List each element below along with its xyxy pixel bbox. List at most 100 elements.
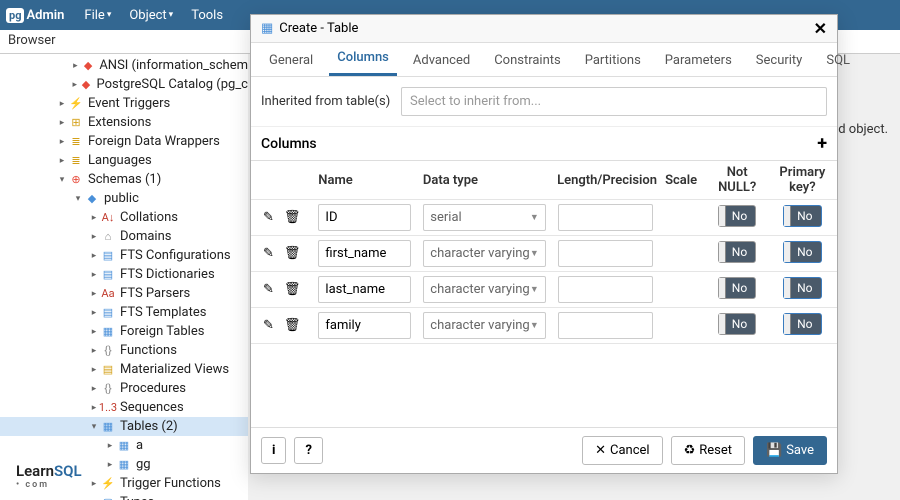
reset-button[interactable]: ♻Reset — [671, 436, 745, 465]
delete-icon[interactable]: 🗑 — [284, 246, 301, 261]
tab-general[interactable]: General — [261, 45, 321, 76]
tab-constraints[interactable]: Constraints — [486, 45, 569, 76]
delete-icon[interactable]: 🗑 — [284, 210, 301, 225]
primarykey-toggle[interactable]: No — [783, 205, 821, 227]
tree-node[interactable]: ▸⌂Domains — [0, 227, 248, 246]
notnull-toggle[interactable]: No — [718, 205, 756, 227]
menu-object[interactable]: Object▾ — [129, 8, 173, 23]
tab-parameters[interactable]: Parameters — [657, 45, 740, 76]
tree-node[interactable]: ▸▤Materialized Views — [0, 360, 248, 379]
edit-icon[interactable]: ✎ — [263, 210, 274, 225]
tree-node[interactable]: ▾▦Tables (2) — [0, 417, 248, 436]
primarykey-toggle[interactable]: No — [783, 313, 821, 335]
tree-node[interactable]: ▸AaFTS Parsers — [0, 284, 248, 303]
tab-partitions[interactable]: Partitions — [577, 45, 649, 76]
add-column-button[interactable]: + — [817, 133, 827, 154]
column-name-input[interactable] — [318, 204, 411, 231]
tab-advanced[interactable]: Advanced — [405, 45, 478, 76]
tree-node[interactable]: ▸▢Types — [0, 493, 248, 500]
caret-icon[interactable]: ▸ — [88, 327, 100, 337]
length-input[interactable] — [558, 240, 653, 267]
tree-node[interactable]: ▸A↓Collations — [0, 208, 248, 227]
tree-node[interactable]: ▸▦a — [0, 436, 248, 455]
caret-icon[interactable]: ▸ — [88, 308, 100, 318]
datatype-select[interactable]: character varying▼ — [423, 276, 546, 303]
col-header-length: Length/Precision — [551, 169, 659, 192]
tab-columns[interactable]: Columns — [329, 42, 397, 76]
tree-node[interactable]: ▸{}Procedures — [0, 379, 248, 398]
caret-icon[interactable]: ▾ — [72, 194, 84, 204]
notnull-toggle[interactable]: No — [718, 241, 756, 263]
col-header-type: Data type — [417, 169, 551, 192]
edit-icon[interactable]: ✎ — [263, 282, 274, 297]
menu-file[interactable]: File▾ — [84, 8, 111, 23]
edit-icon[interactable]: ✎ — [263, 246, 274, 261]
caret-icon[interactable]: ▸ — [88, 213, 100, 223]
datatype-select[interactable]: character varying▼ — [423, 240, 546, 267]
datatype-select[interactable]: character varying▼ — [423, 312, 546, 339]
inherit-label: Inherited from table(s) — [261, 94, 401, 109]
tree-node[interactable]: ▸▦Foreign Tables — [0, 322, 248, 341]
tree-node[interactable]: ▸▤FTS Configurations — [0, 246, 248, 265]
caret-icon[interactable]: ▾ — [56, 175, 68, 185]
chevron-down-icon: ▼ — [530, 284, 539, 295]
close-icon[interactable]: ✕ — [814, 19, 827, 38]
caret-icon[interactable]: ▸ — [88, 232, 100, 242]
caret-icon[interactable]: ▸ — [88, 251, 100, 261]
menu-tools[interactable]: Tools — [191, 8, 223, 23]
column-name-input[interactable] — [318, 240, 411, 267]
cancel-button[interactable]: ✕Cancel — [582, 436, 662, 465]
logo-icon: pg — [6, 8, 24, 23]
caret-icon[interactable]: ▸ — [88, 365, 100, 375]
caret-icon[interactable]: ▸ — [56, 156, 68, 166]
primarykey-toggle[interactable]: No — [783, 241, 821, 263]
caret-icon[interactable]: ▸ — [88, 270, 100, 280]
save-button[interactable]: 💾Save — [753, 436, 827, 465]
caret-icon[interactable]: ▸ — [70, 80, 80, 90]
tree-node[interactable]: ▸≣Languages — [0, 151, 248, 170]
tree-node[interactable]: ▸{}Functions — [0, 341, 248, 360]
tree-node[interactable]: ▸◆PostgreSQL Catalog (pg_c — [0, 75, 248, 94]
tree-node[interactable]: ▸▤FTS Templates — [0, 303, 248, 322]
tree-node[interactable]: ▸≣Foreign Data Wrappers — [0, 132, 248, 151]
column-name-input[interactable] — [318, 312, 411, 339]
caret-icon[interactable]: ▾ — [88, 422, 100, 432]
datatype-select[interactable]: serial▼ — [423, 204, 546, 231]
length-input[interactable] — [558, 204, 653, 231]
length-input[interactable] — [558, 312, 653, 339]
caret-icon[interactable]: ▸ — [104, 460, 116, 470]
tree-node[interactable]: ▾⊕Schemas (1) — [0, 170, 248, 189]
notnull-toggle[interactable]: No — [718, 277, 756, 299]
object-tree[interactable]: ▸◆ANSI (information_schem▸◆PostgreSQL Ca… — [0, 54, 248, 500]
delete-icon[interactable]: 🗑 — [284, 282, 301, 297]
tree-node[interactable]: ▸⚡Event Triggers — [0, 94, 248, 113]
tree-icon: ⊞ — [68, 116, 84, 130]
notnull-toggle[interactable]: No — [718, 313, 756, 335]
tree-node[interactable]: ▸1..3Sequences — [0, 398, 248, 417]
tree-node[interactable]: ▾◆public — [0, 189, 248, 208]
columns-grid: Name Data type Length/Precision Scale No… — [251, 161, 837, 344]
help-button[interactable]: ? — [294, 437, 322, 464]
caret-icon[interactable]: ▸ — [104, 441, 116, 451]
column-name-input[interactable] — [318, 276, 411, 303]
caret-icon[interactable]: ▸ — [88, 479, 100, 489]
delete-icon[interactable]: 🗑 — [284, 318, 301, 333]
tab-sql[interactable]: SQL — [818, 45, 858, 76]
caret-icon[interactable]: ▸ — [56, 137, 68, 147]
caret-icon[interactable]: ▸ — [70, 61, 81, 71]
primarykey-toggle[interactable]: No — [783, 277, 821, 299]
dialog-titlebar[interactable]: ▦ Create - Table ✕ — [251, 15, 837, 43]
caret-icon[interactable]: ▸ — [88, 384, 100, 394]
tree-node[interactable]: ▸⊞Extensions — [0, 113, 248, 132]
info-button[interactable]: i — [261, 437, 286, 464]
edit-icon[interactable]: ✎ — [263, 318, 274, 333]
caret-icon[interactable]: ▸ — [88, 346, 100, 356]
caret-icon[interactable]: ▸ — [88, 289, 100, 299]
caret-icon[interactable]: ▸ — [56, 118, 68, 128]
tree-node[interactable]: ▸◆ANSI (information_schem — [0, 56, 248, 75]
tree-node[interactable]: ▸▤FTS Dictionaries — [0, 265, 248, 284]
length-input[interactable] — [558, 276, 653, 303]
tab-security[interactable]: Security — [748, 45, 811, 76]
inherit-select[interactable]: Select to inherit from... — [401, 87, 827, 116]
caret-icon[interactable]: ▸ — [56, 99, 68, 109]
